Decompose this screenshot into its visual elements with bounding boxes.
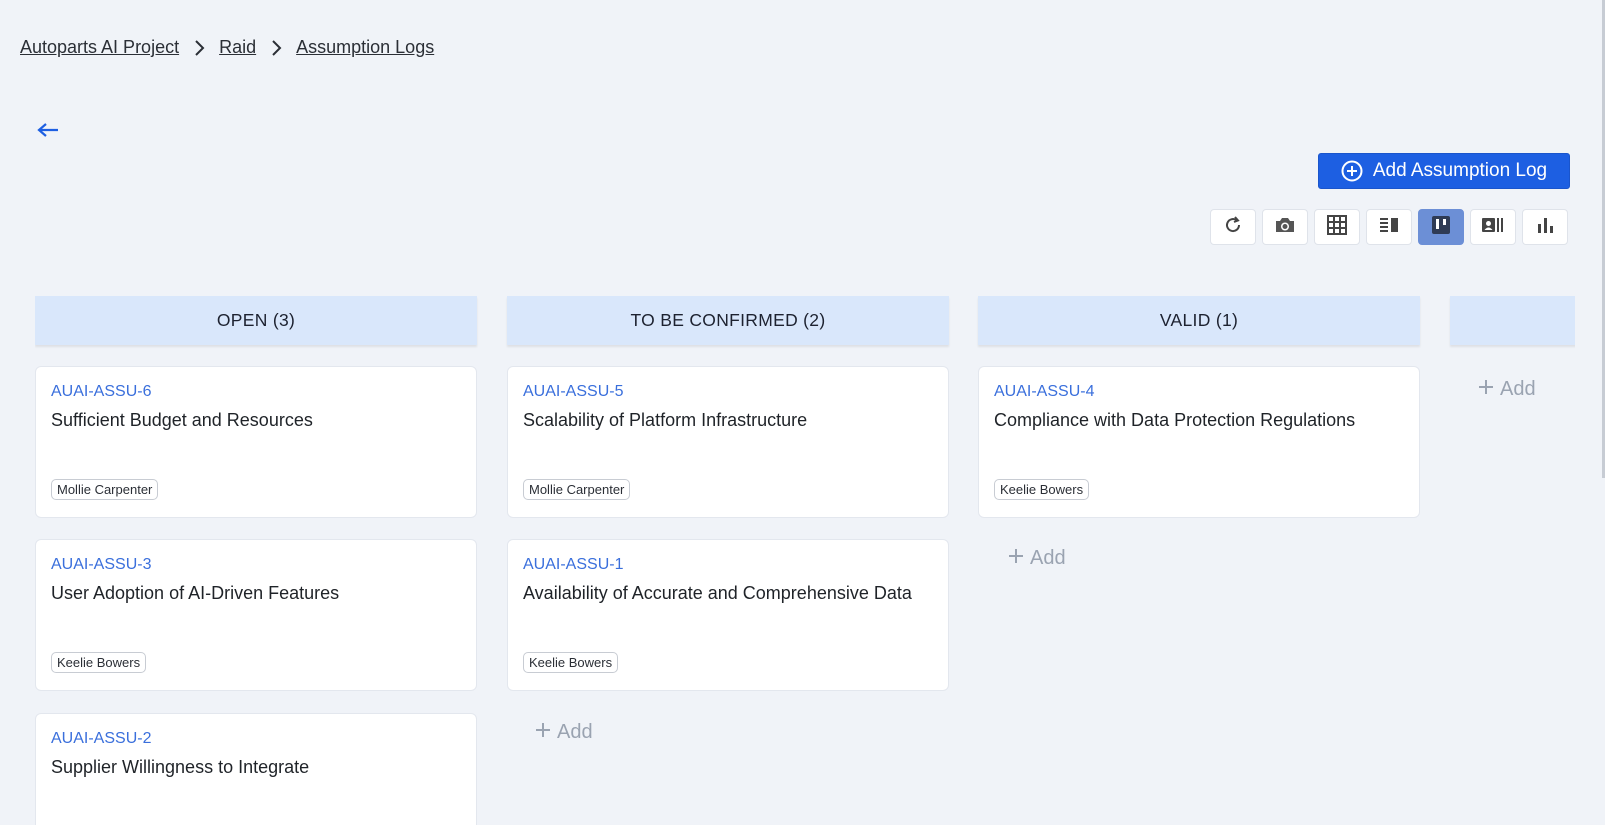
add-card-button[interactable]: Add xyxy=(1008,547,1066,570)
card-id[interactable]: AUAI-ASSU-3 xyxy=(51,556,461,574)
column-header: TO BE CONFIRMED (2) xyxy=(507,296,949,345)
add-card-button[interactable]: Add xyxy=(535,721,593,744)
list-view-button[interactable] xyxy=(1366,209,1412,245)
card-id[interactable]: AUAI-ASSU-2 xyxy=(51,730,461,748)
list-detail-icon xyxy=(1378,215,1400,240)
card-title: Supplier Willingness to Integrate xyxy=(51,757,310,777)
card-id[interactable]: AUAI-ASSU-6 xyxy=(51,383,461,401)
card[interactable]: AUAI-ASSU-2 Supplier Willingness to Inte… xyxy=(35,713,477,825)
card-title: Scalability of Platform Infrastructure xyxy=(523,410,808,430)
table-grid-icon xyxy=(1326,214,1348,241)
table-view-button[interactable] xyxy=(1314,209,1360,245)
owner-tag: Mollie Carpenter xyxy=(523,479,631,500)
kanban-icon xyxy=(1431,215,1451,240)
card[interactable]: AUAI-ASSU-3 User Adoption of AI-Driven F… xyxy=(35,539,477,691)
card-title: User Adoption of AI-Driven Features xyxy=(51,583,340,603)
card-title: Availability of Accurate and Comprehensi… xyxy=(523,583,912,603)
bar-chart-icon xyxy=(1535,215,1555,240)
column-to-be-confirmed: TO BE CONFIRMED (2) AUAI-ASSU-5 Scalabil… xyxy=(507,296,949,825)
card-title: Sufficient Budget and Resources xyxy=(51,410,313,430)
card[interactable]: AUAI-ASSU-1 Availability of Accurate and… xyxy=(507,539,949,691)
chevron-right-icon xyxy=(179,37,219,58)
owner-tag: Keelie Bowers xyxy=(523,652,619,673)
add-assumption-log-button[interactable]: Add Assumption Log xyxy=(1318,153,1570,189)
arrow-left-icon[interactable] xyxy=(36,121,60,144)
add-card-button[interactable]: Add xyxy=(1478,378,1536,401)
refresh-button[interactable] xyxy=(1210,209,1256,245)
add-card-label: Add xyxy=(1500,378,1536,400)
column-partial: Add xyxy=(1450,296,1575,825)
column-valid: VALID (1) AUAI-ASSU-4 Compliance with Da… xyxy=(978,296,1420,825)
plus-icon xyxy=(1008,547,1024,570)
card-id[interactable]: AUAI-ASSU-1 xyxy=(523,556,933,574)
card-title: Compliance with Data Protection Regulati… xyxy=(994,410,1356,430)
breadcrumb-project[interactable]: Autoparts AI Project xyxy=(20,37,179,58)
card-view-icon xyxy=(1481,215,1505,240)
plus-icon xyxy=(535,721,551,744)
card[interactable]: AUAI-ASSU-6 Sufficient Budget and Resour… xyxy=(35,366,477,518)
card-id[interactable]: AUAI-ASSU-5 xyxy=(523,383,933,401)
owner-tag: Keelie Bowers xyxy=(994,479,1090,500)
add-assumption-log-label: Add Assumption Log xyxy=(1372,160,1548,181)
add-card-label: Add xyxy=(557,721,593,743)
breadcrumb-assumption-logs[interactable]: Assumption Logs xyxy=(296,37,434,58)
kanban-board: OPEN (3) AUAI-ASSU-6 Sufficient Budget a… xyxy=(35,296,1575,825)
owner-tag: Mollie Carpenter xyxy=(51,479,159,500)
view-toolbar xyxy=(1210,209,1568,245)
chart-view-button[interactable] xyxy=(1522,209,1568,245)
chevron-right-icon xyxy=(256,37,296,58)
breadcrumb-raid[interactable]: Raid xyxy=(219,37,256,58)
card[interactable]: AUAI-ASSU-5 Scalability of Platform Infr… xyxy=(507,366,949,518)
column-open: OPEN (3) AUAI-ASSU-6 Sufficient Budget a… xyxy=(35,296,477,825)
plus-circle-icon xyxy=(1341,160,1363,182)
column-header: VALID (1) xyxy=(978,296,1420,345)
camera-icon xyxy=(1274,215,1296,240)
card-id[interactable]: AUAI-ASSU-4 xyxy=(994,383,1404,401)
owner-tag: Keelie Bowers xyxy=(51,652,147,673)
column-header: OPEN (3) xyxy=(35,296,477,345)
screenshot-button[interactable] xyxy=(1262,209,1308,245)
refresh-icon xyxy=(1223,215,1243,240)
card-view-button[interactable] xyxy=(1470,209,1516,245)
kanban-view-button[interactable] xyxy=(1418,209,1464,245)
add-card-label: Add xyxy=(1030,547,1066,569)
column-header xyxy=(1450,296,1575,345)
card[interactable]: AUAI-ASSU-4 Compliance with Data Protect… xyxy=(978,366,1420,518)
breadcrumb: Autoparts AI Project Raid Assumption Log… xyxy=(20,37,434,58)
plus-icon xyxy=(1478,378,1494,401)
